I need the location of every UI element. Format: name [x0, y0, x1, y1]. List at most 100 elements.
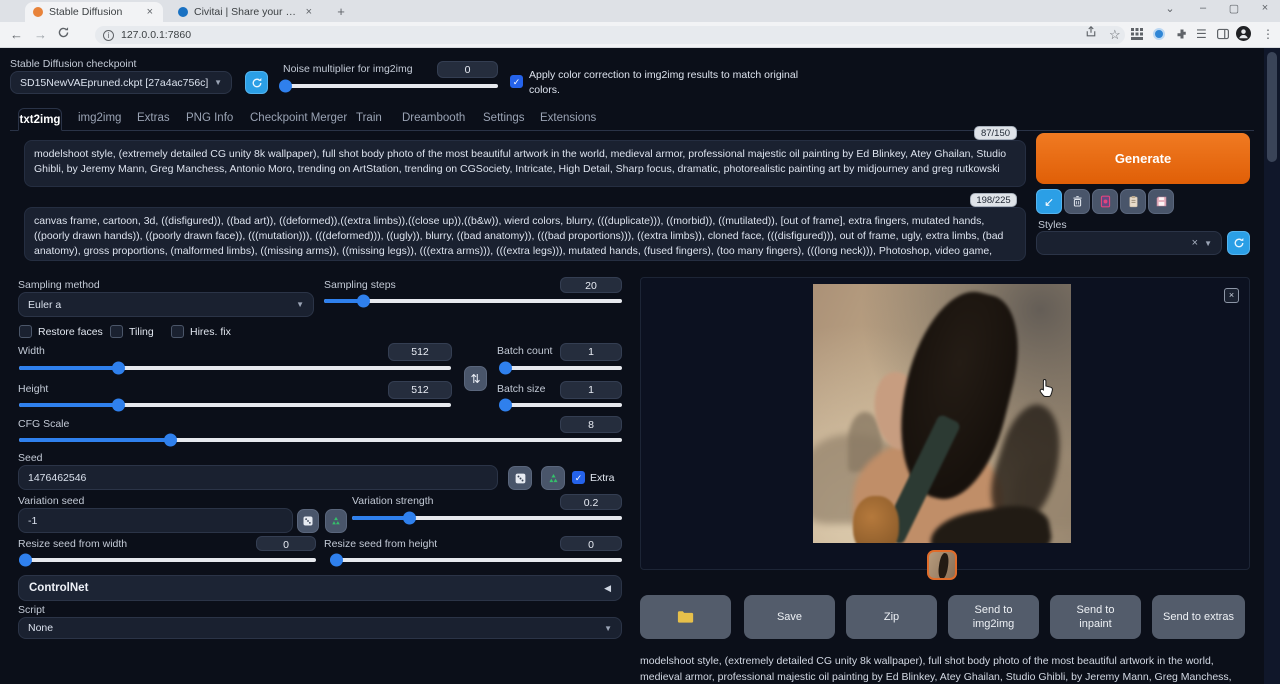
tiling-checkbox[interactable]	[110, 325, 123, 338]
extra-networks-button[interactable]	[1092, 189, 1118, 214]
generate-button[interactable]: Generate	[1036, 133, 1250, 184]
resize-seed-width-slider[interactable]	[19, 558, 316, 562]
page-scrollbar[interactable]	[1264, 48, 1280, 684]
browser-tab-civitai[interactable]: Civitai | Share your models ×	[170, 2, 322, 22]
window-close-button[interactable]: ×	[1250, 2, 1280, 14]
send-to-img2img-button[interactable]: Send to img2img	[948, 595, 1039, 639]
hires-fix-checkbox[interactable]	[171, 325, 184, 338]
tab-img2img[interactable]: img2img	[78, 112, 121, 124]
gallery-thumbnail[interactable]	[927, 550, 957, 580]
height-slider[interactable]	[19, 403, 451, 407]
variation-seed-input[interactable]: -1	[18, 508, 293, 533]
extension-grid-icon[interactable]	[1131, 28, 1143, 40]
batch-count-slider[interactable]	[503, 366, 622, 370]
bookmark-star-icon[interactable]: ☆	[1109, 27, 1121, 43]
tab-png-info[interactable]: PNG Info	[186, 112, 233, 124]
apply-style-button[interactable]	[1120, 189, 1146, 214]
cfg-scale-value[interactable]: 8	[560, 416, 622, 433]
batch-size-slider[interactable]	[503, 403, 622, 407]
extra-seed-checkbox[interactable]: ✓	[572, 471, 585, 484]
new-tab-button[interactable]: +	[333, 4, 349, 20]
address-bar[interactable]: i 127.0.0.1:7860	[95, 26, 1125, 44]
script-dropdown[interactable]: None ▼	[18, 617, 622, 639]
checkpoint-dropdown[interactable]: SD15NewVAEpruned.ckpt [27a4ac756c] ▼	[10, 71, 232, 94]
random-variation-seed-button[interactable]	[297, 509, 319, 533]
sampling-steps-value[interactable]: 20	[560, 277, 622, 293]
back-button[interactable]: ←	[10, 27, 23, 42]
cfg-scale-slider[interactable]	[19, 438, 622, 442]
reuse-variation-seed-button[interactable]	[325, 509, 347, 533]
tab-close-icon[interactable]: ×	[145, 6, 155, 18]
controlnet-accordion[interactable]: ControlNet ◀	[18, 575, 622, 601]
forward-button[interactable]: →	[34, 27, 47, 42]
extensions-puzzle-icon[interactable]	[1176, 28, 1188, 40]
negative-prompt-textarea[interactable]: canvas frame, cartoon, 3d, ((disfigured)…	[24, 207, 1026, 261]
send-to-extras-button[interactable]: Send to extras	[1152, 595, 1245, 639]
variation-strength-value[interactable]: 0.2	[560, 494, 622, 510]
window-minimize-button[interactable]: –	[1188, 2, 1218, 14]
prompt-textarea[interactable]: modelshoot style, (extremely detailed CG…	[24, 140, 1026, 187]
generated-image[interactable]	[813, 284, 1071, 543]
dice-icon	[514, 472, 527, 485]
share-icon[interactable]	[1085, 26, 1097, 38]
browser-tab-stable-diffusion[interactable]: Stable Diffusion ×	[25, 2, 163, 22]
tab-extensions[interactable]: Extensions	[540, 112, 596, 124]
width-value[interactable]: 512	[388, 343, 452, 361]
tab-train[interactable]: Train	[356, 112, 382, 124]
sampling-method-dropdown[interactable]: Euler a ▼	[18, 292, 314, 317]
accordion-collapse-icon: ◀	[604, 583, 611, 594]
resize-seed-height-slider[interactable]	[330, 558, 622, 562]
gallery-close-button[interactable]: ×	[1224, 288, 1239, 303]
save-style-button[interactable]	[1148, 189, 1174, 214]
extension-badge-icon[interactable]	[1153, 28, 1165, 40]
open-folder-button[interactable]	[640, 595, 731, 639]
scrollbar-thumb[interactable]	[1267, 52, 1277, 162]
save-button[interactable]: Save	[744, 595, 835, 639]
profile-avatar[interactable]	[1236, 26, 1251, 41]
reload-button[interactable]	[57, 26, 70, 39]
resize-seed-height-label: Resize seed from height	[324, 538, 437, 550]
tab-settings[interactable]: Settings	[483, 112, 525, 124]
tab-extras[interactable]: Extras	[137, 112, 170, 124]
swap-dimensions-button[interactable]: ⇅	[464, 366, 487, 391]
width-slider[interactable]	[19, 366, 451, 370]
refresh-icon	[1233, 237, 1245, 249]
folder-icon	[677, 610, 694, 624]
refresh-styles-button[interactable]	[1227, 231, 1250, 255]
send-to-inpaint-button[interactable]: Send to inpaint	[1050, 595, 1141, 639]
swap-arrows-icon: ⇅	[470, 372, 480, 386]
variation-seed-label: Variation seed	[18, 495, 84, 507]
batch-count-value[interactable]: 1	[560, 343, 622, 361]
reading-list-icon[interactable]: ☰	[1196, 27, 1207, 41]
seed-input[interactable]: 1476462546	[18, 465, 498, 490]
paste-params-button[interactable]: ↙	[1036, 189, 1062, 214]
refresh-checkpoints-button[interactable]	[245, 71, 268, 94]
tab-checkpoint-merger[interactable]: Checkpoint Merger	[250, 112, 347, 124]
noise-multiplier-slider[interactable]	[283, 84, 498, 88]
site-info-icon[interactable]: i	[103, 30, 114, 41]
variation-strength-slider[interactable]	[352, 516, 622, 520]
batch-size-value[interactable]: 1	[560, 381, 622, 399]
tab-close-icon[interactable]: ×	[304, 6, 314, 18]
chrome-menu-icon[interactable]: ⋮	[1262, 27, 1274, 41]
styles-dropdown[interactable]: × ▼	[1036, 231, 1222, 255]
tab-txt2img[interactable]: txt2img	[18, 108, 62, 131]
restore-faces-checkbox[interactable]	[19, 325, 32, 338]
noise-multiplier-value[interactable]: 0	[437, 61, 498, 78]
tab-dreambooth[interactable]: Dreambooth	[402, 112, 465, 124]
clear-styles-icon[interactable]: ×	[1192, 237, 1198, 249]
url-text: 127.0.0.1:7860	[121, 29, 191, 41]
chrome-more-icon[interactable]: ⌄	[1155, 2, 1185, 15]
resize-seed-height-value[interactable]: 0	[560, 536, 622, 551]
reuse-seed-button[interactable]	[541, 466, 565, 490]
clear-prompt-button[interactable]	[1064, 189, 1090, 214]
zip-button[interactable]: Zip	[846, 595, 937, 639]
side-panel-icon[interactable]	[1217, 28, 1229, 40]
window-maximize-button[interactable]: ▢	[1219, 2, 1249, 15]
recycle-icon	[547, 472, 560, 485]
height-value[interactable]: 512	[388, 381, 452, 399]
sampling-steps-slider[interactable]	[324, 299, 622, 303]
color-correction-checkbox[interactable]: ✓	[510, 75, 523, 88]
resize-seed-width-value[interactable]: 0	[256, 536, 316, 551]
random-seed-button[interactable]	[508, 466, 532, 490]
